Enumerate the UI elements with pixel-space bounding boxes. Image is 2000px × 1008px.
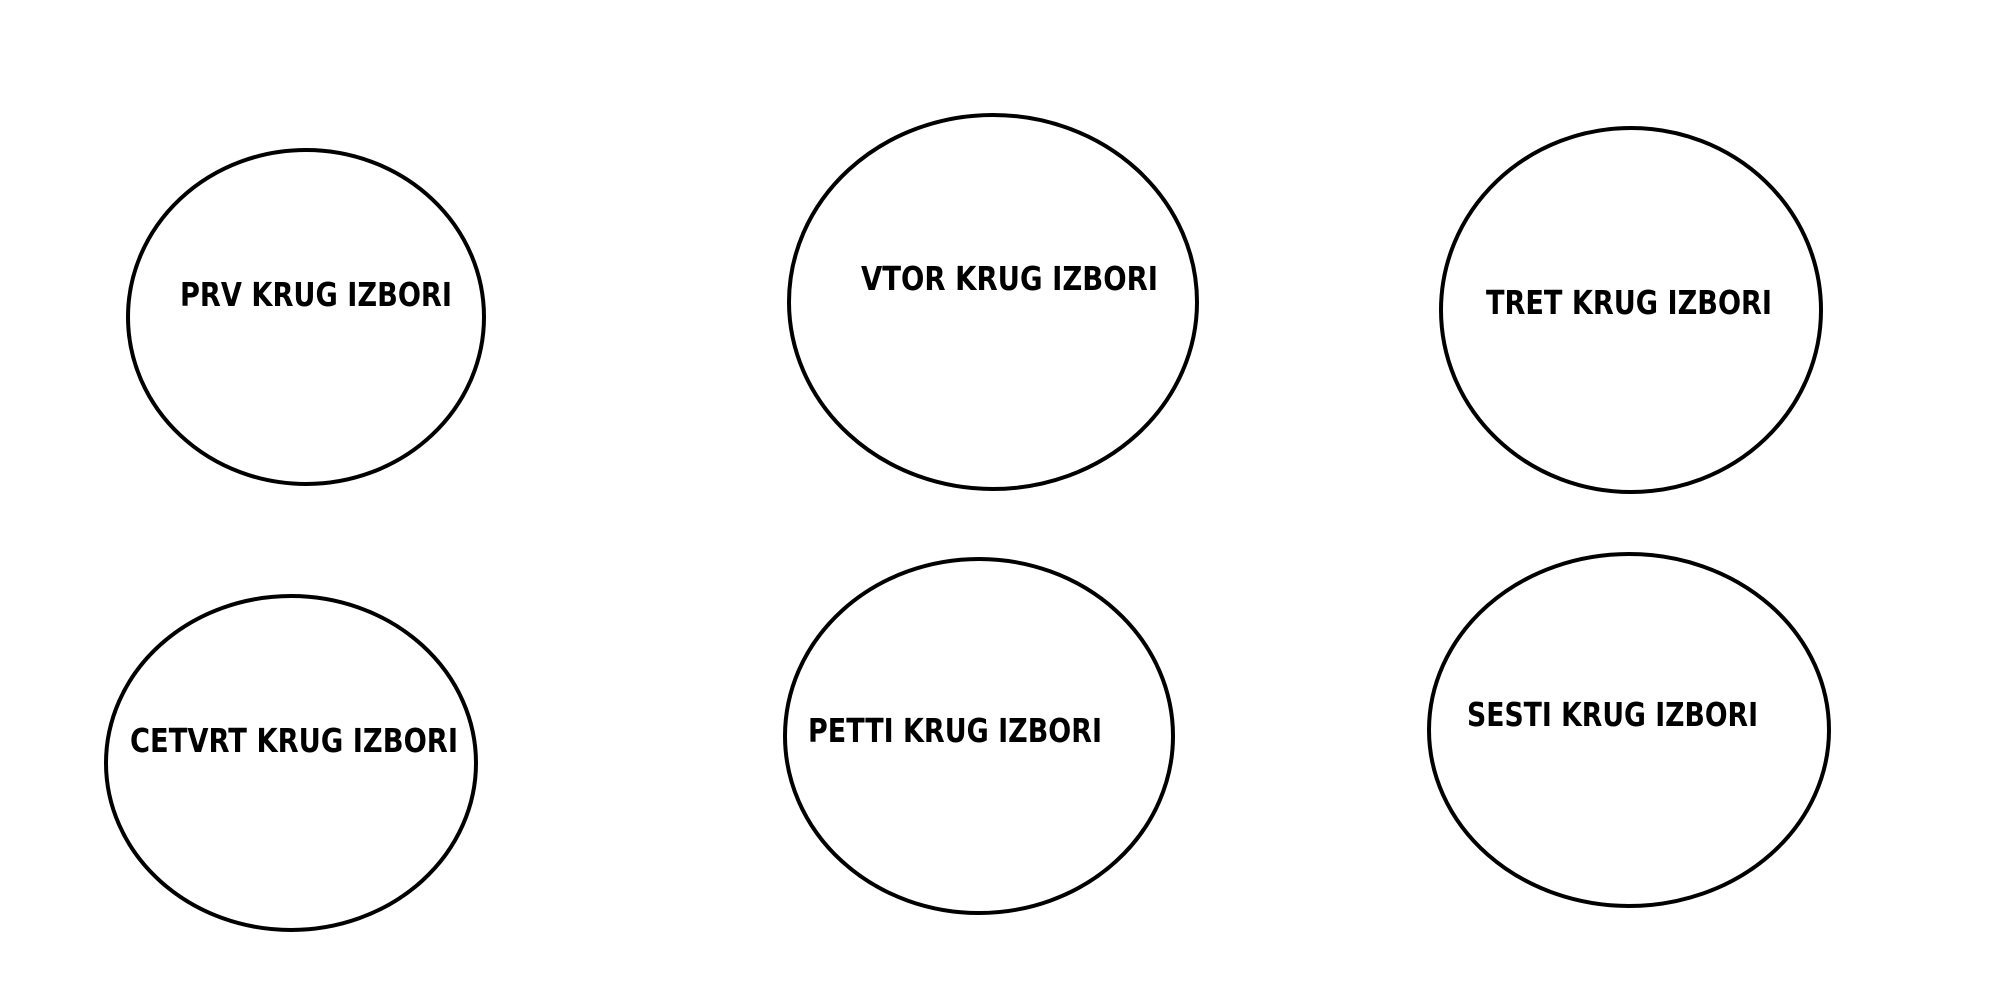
- circle-label-6: SESTI KRUG IZBORI: [1467, 695, 1758, 734]
- circle-shape-2: [787, 113, 1199, 491]
- circle-label-1: PRV KRUG IZBORI: [180, 275, 452, 314]
- circle-node-2: VTOR KRUG IZBORI: [787, 113, 1199, 491]
- circle-label-3: TRET KRUG IZBORI: [1486, 283, 1772, 322]
- circle-node-5: PETTI KRUG IZBORI: [783, 557, 1175, 915]
- circle-label-4: CETVRT KRUG IZBORI: [130, 721, 458, 760]
- circle-label-5: PETTI KRUG IZBORI: [808, 711, 1102, 750]
- circle-node-4: CETVRT KRUG IZBORI: [104, 594, 478, 932]
- circle-node-1: PRV KRUG IZBORI: [126, 148, 486, 486]
- diagram-canvas: PRV KRUG IZBORI VTOR KRUG IZBORI TRET KR…: [104, 113, 1831, 932]
- circle-node-6: SESTI KRUG IZBORI: [1427, 552, 1831, 908]
- circle-shape-4: [104, 594, 478, 932]
- circle-shape-1: [126, 148, 486, 486]
- circle-label-2: VTOR KRUG IZBORI: [861, 259, 1158, 298]
- circle-node-3: TRET KRUG IZBORI: [1439, 126, 1823, 494]
